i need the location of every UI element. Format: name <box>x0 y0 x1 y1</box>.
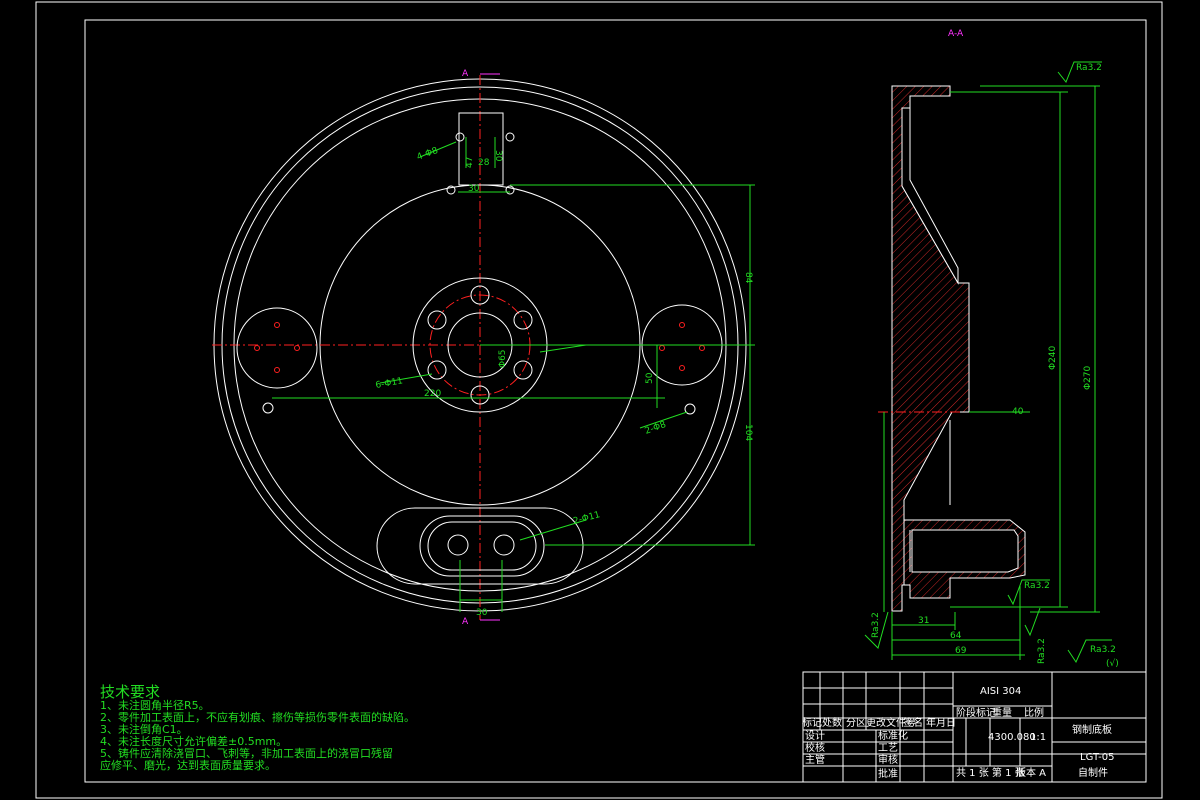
dim-label: 28 <box>478 158 490 168</box>
slot-hole <box>493 534 515 556</box>
bottom-slot-inner2 <box>427 521 537 571</box>
process-label: 工艺 <box>878 742 898 754</box>
view-label-top: A <box>462 69 469 79</box>
boss-hole <box>254 345 260 351</box>
drawing-no: LGT-05 <box>1080 752 1115 763</box>
material: AISI 304 <box>980 686 1021 697</box>
dim-label: 50 <box>645 372 655 384</box>
dim-label: 47 <box>465 157 475 168</box>
version: 版本 A <box>1016 766 1046 779</box>
tab-hole <box>505 185 515 195</box>
boss-hole <box>294 345 300 351</box>
ra-label: Ra3.2 <box>1037 638 1047 664</box>
dim-label: 40 <box>1012 407 1024 417</box>
left-boss-circle <box>236 307 318 389</box>
view-label-bottom: A <box>462 617 469 627</box>
dim-label: Φ65 <box>498 349 508 368</box>
std-label: 标准化 <box>878 729 908 742</box>
boss-hole <box>659 345 665 351</box>
hdr-sign: 签名 <box>903 716 923 729</box>
tech-line: 3、未注倒角C1。 <box>100 722 188 736</box>
hdr-date: 年月日 <box>926 716 956 729</box>
boss-hole <box>679 322 685 328</box>
tab-hole <box>505 132 515 142</box>
section-view <box>878 85 1026 612</box>
tech-line: 应修平、磨光，达到表面质量要求。 <box>100 758 276 772</box>
dim-label: 84 <box>743 272 753 284</box>
dim-label: 6-Φ11 <box>375 376 404 391</box>
dim-label: 4-Φ8 <box>416 146 440 163</box>
approve-label: 批准 <box>878 767 898 780</box>
boss-hole <box>699 345 705 351</box>
dim-label: 69 <box>955 646 967 656</box>
boss-hole <box>274 322 280 328</box>
hdr-zone: 分区 <box>846 717 866 729</box>
ra-label: Ra3.2 <box>1024 581 1050 591</box>
dim-label: 220 <box>424 389 441 399</box>
bolt-hole <box>513 310 533 330</box>
sheets: 共 1 张 第 1 张 <box>956 766 1025 779</box>
slot-hole <box>447 534 469 556</box>
dia-label: Φ270 <box>1083 365 1093 390</box>
tech-line: 1、未注圆角半径R5。 <box>100 698 210 712</box>
dim-label: 104 <box>743 424 753 441</box>
ra-label: Ra3.2 <box>871 612 881 638</box>
scale-value: 1:1 <box>1030 732 1046 743</box>
chief-label: 主管 <box>805 753 825 766</box>
source: 自制件 <box>1078 766 1108 779</box>
boss-hole <box>679 365 685 371</box>
part-name: 钢制底板 <box>1072 723 1112 736</box>
bottom-slot-inner <box>419 515 545 577</box>
tech-line: 4、未注长度尺寸允许偏差±0.5mm。 <box>100 734 287 748</box>
tech-line: 5、铸件应清除浇冒口、飞刺等，非加工表面上的浇冒口残留 <box>100 746 393 760</box>
ra-label: Ra3.2 <box>1076 63 1102 73</box>
front-view <box>212 73 748 621</box>
hdr-mark: 标记 <box>802 717 822 729</box>
hdr-count: 处数 <box>822 716 842 729</box>
review-label: 审核 <box>878 753 898 766</box>
boss-hole <box>274 367 280 373</box>
section-label: A-A <box>948 29 964 39</box>
ra-general-note: (√) <box>1106 658 1119 669</box>
dia-label: Φ240 <box>1048 345 1058 370</box>
weight-label: 重量 <box>992 706 1012 719</box>
scale-label: 比例 <box>1024 706 1044 719</box>
dim-label: 30 <box>493 150 503 162</box>
design-label: 设计 <box>805 729 825 742</box>
ra-general-label: Ra3.2 <box>1090 645 1116 655</box>
check-label: 校核 <box>805 741 825 754</box>
dim-label: 2-Φ11 <box>572 510 601 527</box>
dim-label: 64 <box>950 631 962 641</box>
tech-line: 2、零件加工表面上，不应有划痕、擦伤等损伤零件表面的缺陷。 <box>100 710 415 724</box>
weight-value: 4300.080 <box>988 732 1036 743</box>
drawing-frame <box>84 19 1147 783</box>
dim-label: 31 <box>918 616 929 626</box>
cad-drawing: 4-Φ8 47 28 30 30 84 6-Φ11 Φ65 220 50 2-Φ… <box>35 1 1163 799</box>
tab-hole <box>455 132 465 142</box>
stage-mark-label: 阶段标记 <box>956 706 996 719</box>
dim-label: 30 <box>476 608 488 618</box>
dim-label: 2-Φ8 <box>644 420 668 437</box>
sheet-border <box>35 1 1163 799</box>
dim-label: 30 <box>468 184 480 194</box>
left-pin-hole <box>262 402 274 414</box>
tech-requirements: 技术要求 1、未注圆角半径R5。 2、零件加工表面上，不应有划痕、擦伤等损伤零件… <box>100 683 415 772</box>
